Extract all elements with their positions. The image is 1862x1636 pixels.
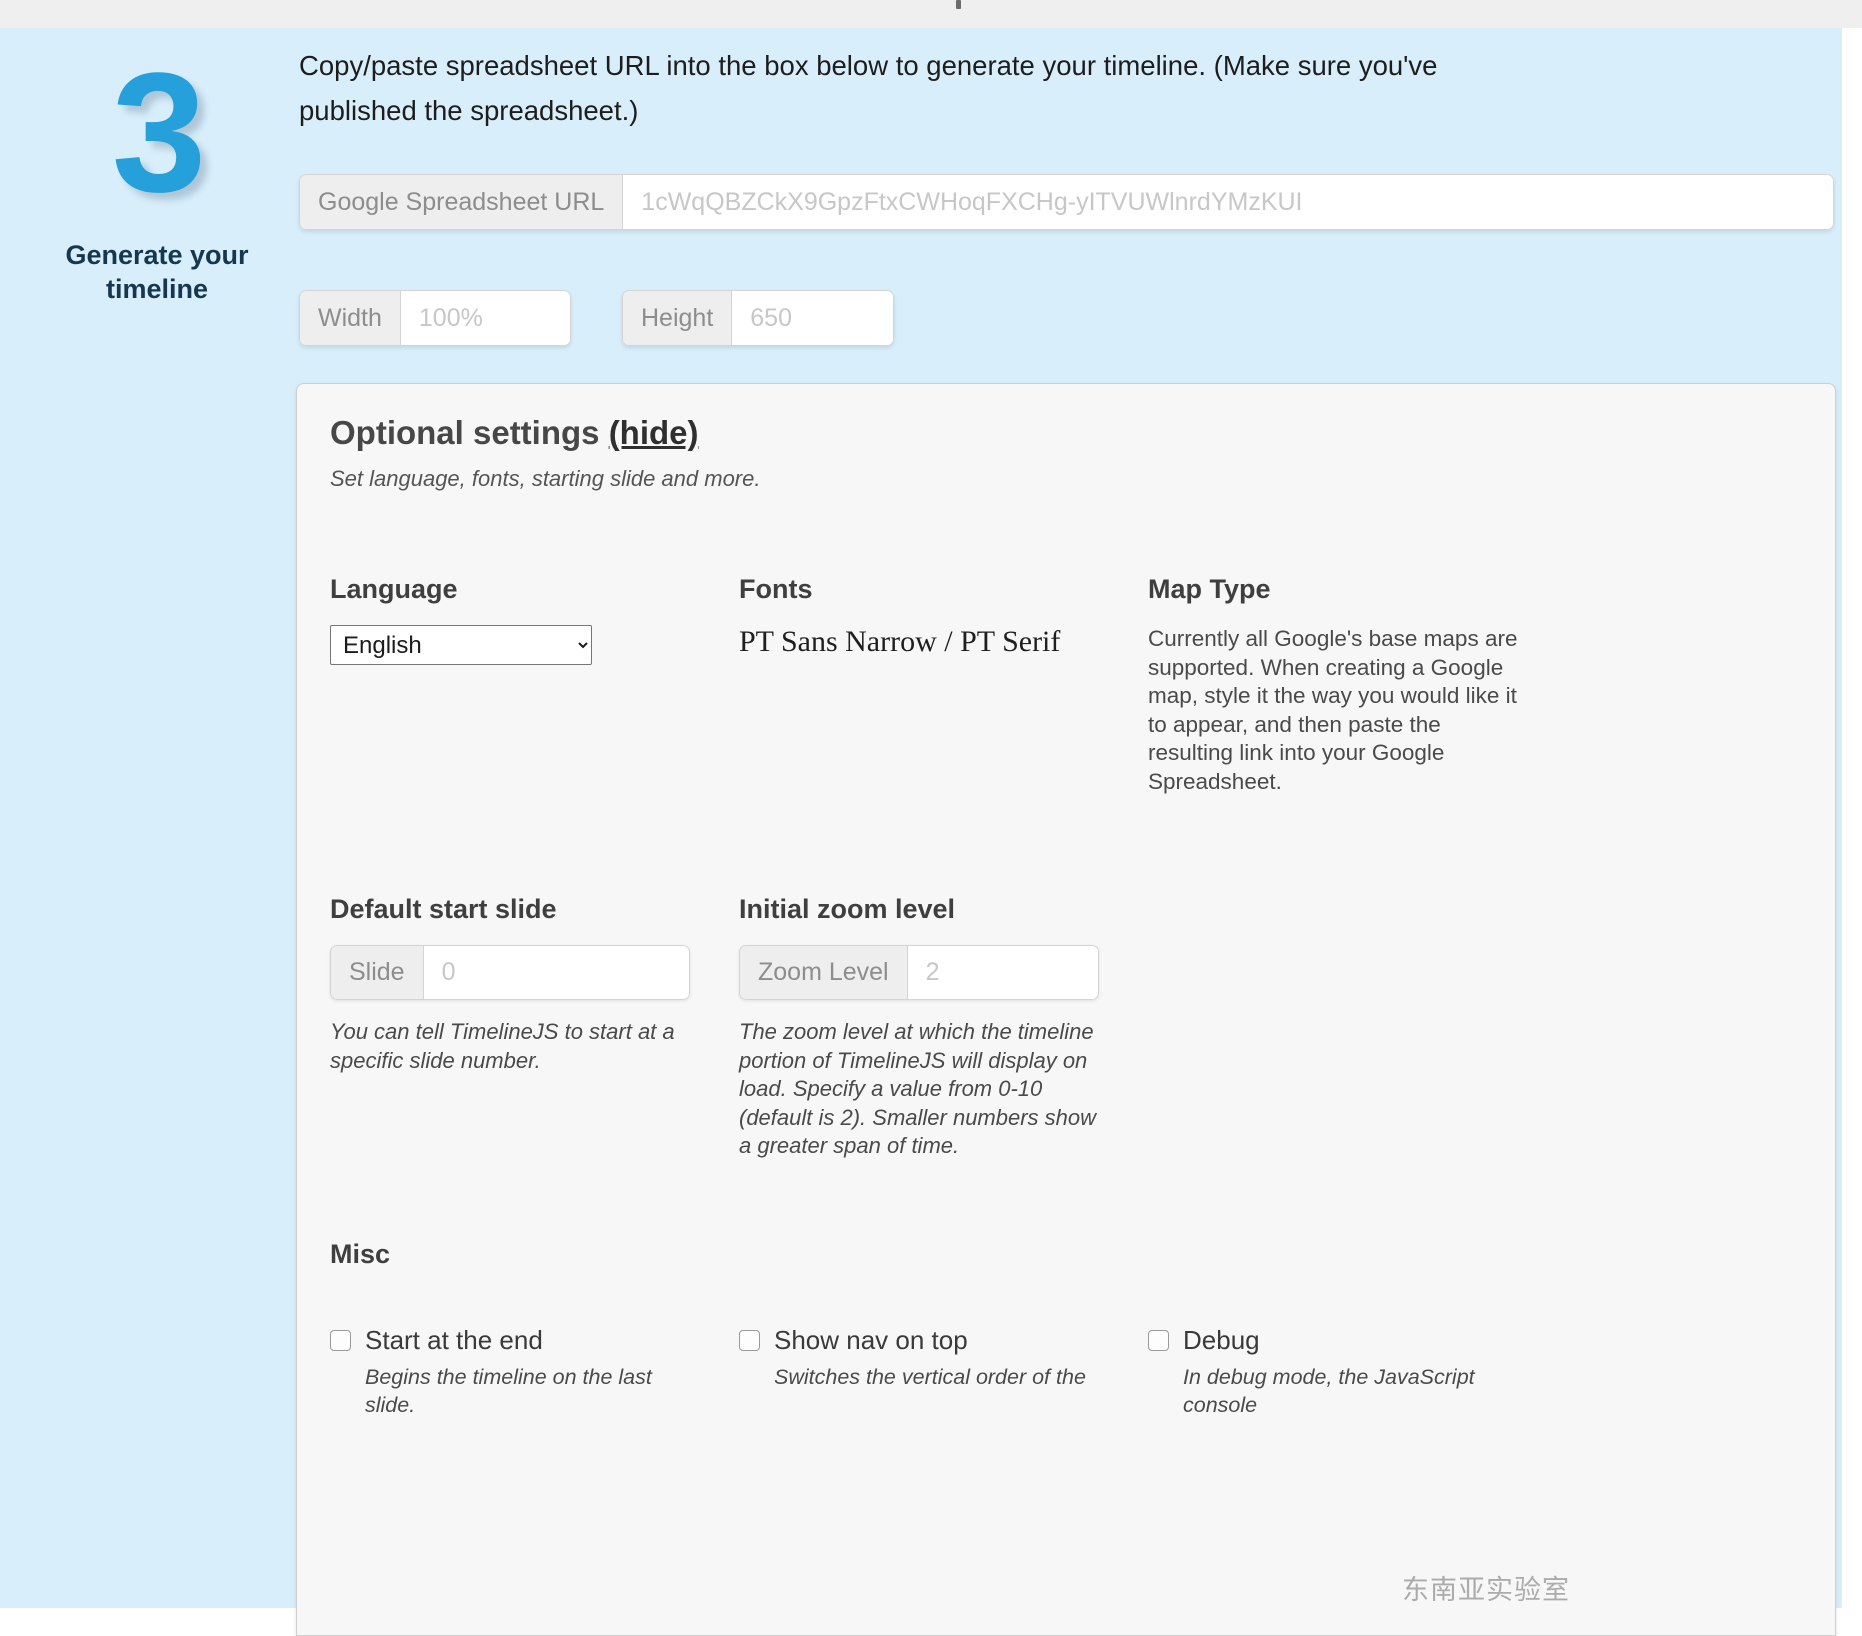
top-strip-marker-icon [956,0,961,9]
default-start-slide-note: You can tell TimelineJS to start at a sp… [330,1019,675,1073]
fonts-column: Fonts PT Sans Narrow / PT Serif [739,574,1119,659]
spreadsheet-url-label: Google Spreadsheet URL [299,174,624,230]
page-right-gutter [1842,28,1862,1608]
initial-zoom-level-column: Initial zoom level Zoom Level The zoom l… [739,894,1109,1161]
map-type-heading: Map Type [1148,574,1271,604]
height-group: Height [622,290,894,346]
slide-input[interactable] [423,945,690,1000]
height-input[interactable] [732,290,894,346]
width-group: Width [299,290,571,346]
debug-label[interactable]: Debug [1183,1324,1260,1356]
slide-label: Slide [330,945,424,1000]
misc-heading: Misc [330,1239,391,1269]
step-caption-line-1: Generate your [65,240,249,270]
show-nav-on-top-label[interactable]: Show nav on top [774,1324,968,1356]
fonts-heading: Fonts [739,574,813,604]
language-column: Language English [330,574,700,665]
debug-checkbox[interactable] [1148,1330,1169,1351]
step-caption-line-2: timeline [105,274,209,304]
zoom-level-group: Zoom Level [739,945,1099,1000]
step-marker: 3 Generate your timeline [22,48,292,306]
optional-settings-title-text: Optional settings [330,414,600,451]
browser-top-strip [0,0,1862,28]
optional-settings-card: Optional settings (hide) Set language, f… [296,383,1836,1636]
optional-settings-title: Optional settings (hide) [330,414,699,452]
zoom-level-label: Zoom Level [739,945,908,1000]
step-3-section: 3 Generate your timeline Copy/paste spre… [0,28,1842,1636]
optional-settings-hide-link[interactable]: (hide) [609,414,699,451]
show-nav-on-top-checkbox[interactable] [739,1330,760,1351]
checkbox-start-at-the-end: Start at the end Begins the timeline on … [330,1324,700,1419]
spreadsheet-url-input[interactable] [623,174,1834,230]
zoom-level-input[interactable] [907,945,1099,1000]
initial-zoom-level-note: The zoom level at which the timeline por… [739,1019,1097,1158]
start-at-the-end-label[interactable]: Start at the end [365,1324,543,1356]
fonts-value: PT Sans Narrow / PT Serif [739,625,1061,658]
width-input[interactable] [400,290,571,346]
step-number: 3 [111,38,207,228]
default-start-slide-group: Slide [330,945,690,1000]
intro-paragraph: Copy/paste spreadsheet URL into the box … [299,50,1438,126]
step-caption: Generate your timeline [22,238,292,306]
spreadsheet-url-group: Google Spreadsheet URL [299,174,1834,230]
show-nav-on-top-note: Switches the vertical order of the [774,1365,1086,1389]
width-label: Width [299,290,401,346]
language-select[interactable]: English [330,625,592,665]
language-heading: Language [330,574,458,604]
checkbox-debug: Debug In debug mode, the JavaScript cons… [1148,1324,1518,1419]
initial-zoom-level-heading: Initial zoom level [739,894,956,924]
start-at-the-end-checkbox[interactable] [330,1330,351,1351]
start-at-the-end-note: Begins the timeline on the last slide. [365,1365,652,1417]
checkbox-show-nav-on-top: Show nav on top Switches the vertical or… [739,1324,1109,1391]
default-start-slide-heading: Default start slide [330,894,557,924]
debug-note: In debug mode, the JavaScript console [1183,1365,1475,1417]
optional-settings-subtitle: Set language, fonts, starting slide and … [330,466,761,491]
map-type-column: Map Type Currently all Google's base map… [1148,574,1523,796]
map-type-body: Currently all Google's base maps are sup… [1148,626,1518,794]
height-label: Height [622,290,733,346]
default-start-slide-column: Default start slide Slide You can tell T… [330,894,700,1075]
